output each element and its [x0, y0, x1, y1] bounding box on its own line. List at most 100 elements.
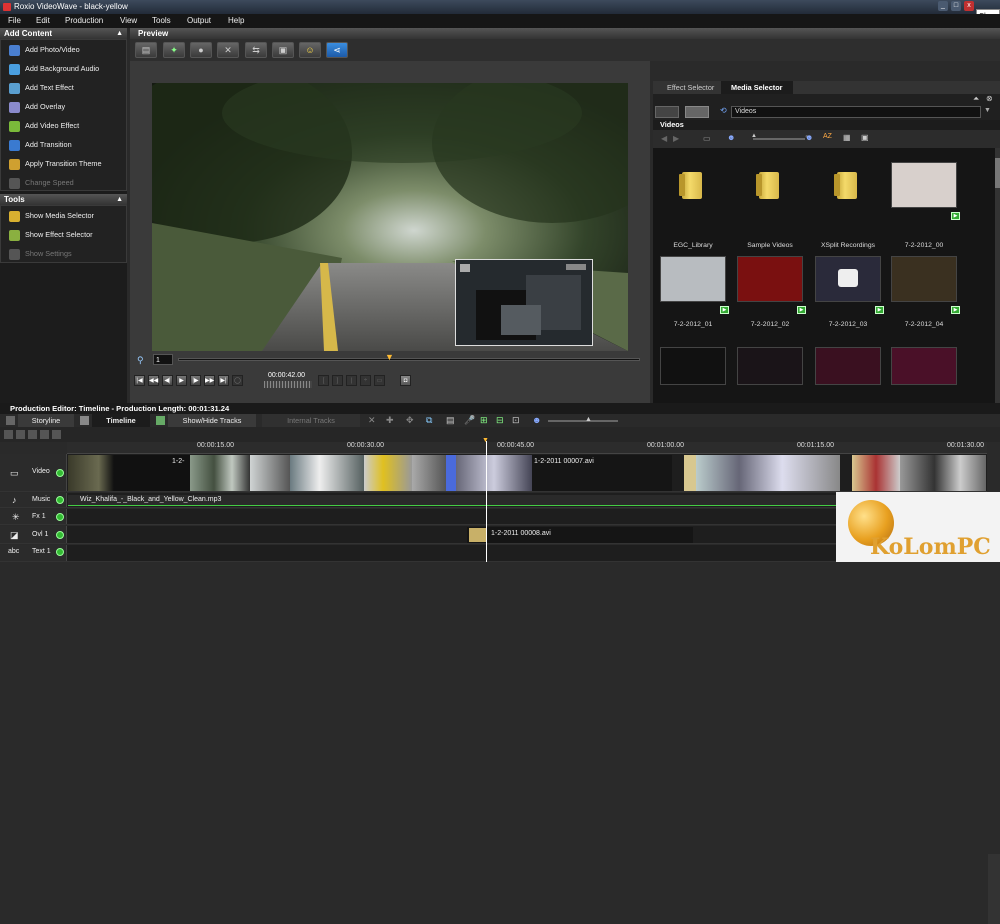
video-clip[interactable]	[412, 455, 446, 491]
timeline-scrollbar[interactable]	[988, 854, 1000, 924]
show-hide-tracks-button[interactable]: Show/Hide Tracks	[168, 414, 256, 427]
mic-icon[interactable]: 🎤	[464, 415, 475, 426]
list-view-icon[interactable]: ▦	[843, 133, 851, 142]
window-close-icon[interactable]: x	[964, 1, 974, 11]
timeline-zoom-slider[interactable]	[548, 420, 618, 422]
timeline-playhead[interactable]	[486, 441, 487, 562]
details-view-icon[interactable]: ▣	[861, 133, 869, 142]
zoom-icon[interactable]: ⚲	[137, 355, 144, 366]
go-end-icon[interactable]: ▶|	[218, 375, 229, 386]
video-clip[interactable]	[456, 455, 532, 491]
add-background-audio-button[interactable]: Add Background Audio	[9, 62, 99, 75]
video-thumbnail[interactable]	[660, 347, 726, 385]
back-icon[interactable]: ◀	[661, 134, 667, 143]
toolbar-save-icon[interactable]: ▣	[272, 42, 294, 58]
add-video-effect-button[interactable]: Add Video Effect	[9, 119, 79, 132]
video-clip[interactable]	[290, 455, 364, 491]
folder-select[interactable]: Videos	[731, 106, 981, 118]
tab-media-selector[interactable]: Media Selector	[721, 81, 793, 94]
toolbar-delete-icon[interactable]: ✕	[217, 42, 239, 58]
seek-marker-icon[interactable]: ▼	[385, 352, 394, 362]
go-start-icon[interactable]: |◀	[134, 375, 145, 386]
sort-az-icon[interactable]: AZ	[823, 133, 832, 140]
trim-icon[interactable]: |	[346, 375, 357, 386]
toolbar-smiley-icon[interactable]: ☺	[299, 42, 321, 58]
toolbar-record-icon[interactable]: ●	[190, 42, 212, 58]
track-enable-icon[interactable]	[56, 496, 64, 504]
transition-marker[interactable]	[446, 455, 456, 491]
menu-view[interactable]: View	[120, 14, 137, 28]
add-icon[interactable]: ✚	[386, 415, 394, 426]
chevron-down-icon[interactable]: ▼	[984, 107, 991, 114]
frame-number-field[interactable]: 1	[153, 354, 173, 365]
people-track-icon[interactable]: ☻	[532, 415, 541, 425]
video-clip[interactable]: 1-2-2011 00007.avi	[532, 455, 672, 491]
panel-close-icon[interactable]: ⊗	[986, 94, 993, 103]
toolbar-share-icon[interactable]: ⋖	[326, 42, 348, 58]
monitor-icon[interactable]: ▭	[703, 134, 711, 143]
video-clip[interactable]	[364, 455, 412, 491]
track-enable-icon[interactable]	[56, 469, 64, 477]
zoom-handle-icon[interactable]: ▲	[585, 416, 592, 423]
collapse-arrow-icon[interactable]: ▲	[116, 194, 123, 205]
split-icon[interactable]: ÷	[360, 375, 371, 386]
fit-icon[interactable]	[28, 430, 37, 439]
step-forward-icon[interactable]: |▶	[190, 375, 201, 386]
delete-icon[interactable]: ✕	[368, 415, 376, 426]
mark-in-icon[interactable]: [	[318, 375, 329, 386]
people-icon[interactable]: ☻	[727, 133, 735, 142]
ripple-icon[interactable]: ⧉	[426, 415, 432, 426]
show-effect-selector-button[interactable]: Show Effect Selector	[9, 228, 93, 241]
menu-output[interactable]: Output	[187, 14, 211, 28]
fx-icon[interactable]: ⊞	[480, 415, 488, 426]
video-clip[interactable]	[852, 455, 900, 491]
add-overlay-button[interactable]: Add Overlay	[9, 100, 65, 113]
track-enable-icon[interactable]	[56, 548, 64, 556]
add-content-header[interactable]: Add Content ▲	[0, 28, 127, 39]
change-speed-button[interactable]: Change Speed	[9, 176, 74, 189]
add-transition-button[interactable]: Add Transition	[9, 138, 72, 151]
forward-icon[interactable]: ▶	[673, 134, 679, 143]
tab-effect-selector[interactable]: Effect Selector	[657, 81, 724, 94]
jog-wheel[interactable]	[264, 381, 312, 388]
transition-marker[interactable]	[684, 455, 696, 491]
toolbar-split-icon[interactable]: ⇆	[245, 42, 267, 58]
track-enable-icon[interactable]	[56, 531, 64, 539]
mark-out-icon[interactable]: ]	[332, 375, 343, 386]
media-folder-view-icon[interactable]	[685, 106, 709, 118]
menu-edit[interactable]: Edit	[36, 14, 50, 28]
video-thumbnail[interactable]	[737, 347, 803, 385]
tab-storyline[interactable]: Storyline	[18, 414, 74, 427]
slider-handle-icon[interactable]: ▲	[751, 133, 757, 139]
loop-icon[interactable]: ◯	[232, 375, 243, 386]
video-clip[interactable]	[250, 455, 290, 491]
track-enable-icon[interactable]	[56, 513, 64, 521]
timeline-ruler[interactable]: 00:00:15.00 00:00:30.00 00:00:45.00 00:0…	[67, 442, 987, 454]
marker-icon[interactable]: ⊡	[512, 415, 520, 426]
thumb-size-slider[interactable]	[753, 138, 805, 140]
collapse-arrow-icon[interactable]: ▲	[116, 28, 123, 39]
tab-timeline[interactable]: Timeline	[92, 414, 150, 427]
menu-production[interactable]: Production	[65, 14, 103, 28]
copy-icon[interactable]: ▤	[446, 415, 455, 426]
add-photo-video-button[interactable]: Add Photo/Video	[9, 43, 80, 56]
prev-clip-icon[interactable]: ◀◀	[148, 375, 159, 386]
menu-help[interactable]: Help	[228, 14, 244, 28]
playhead-marker-icon[interactable]: ▼	[482, 437, 489, 444]
overlay-clip[interactable]: 1-2-2011 00008.avi	[467, 527, 693, 543]
users-icon[interactable]: ☻	[805, 133, 813, 142]
minimize-icon[interactable]: _	[938, 1, 948, 11]
media-grid-view-icon[interactable]	[655, 106, 679, 118]
seek-bar[interactable]	[178, 358, 640, 361]
next-clip-icon[interactable]: ▶▶	[204, 375, 215, 386]
video-clip[interactable]: 1-2-	[170, 455, 190, 491]
internal-tracks-button[interactable]: Internal Tracks	[262, 414, 360, 427]
step-back-icon[interactable]: ◀|	[162, 375, 173, 386]
video-clip[interactable]	[190, 455, 250, 491]
show-settings-button[interactable]: Show Settings	[9, 247, 72, 260]
toolbar-effect-icon[interactable]: ✦	[163, 42, 185, 58]
scrollbar-thumb[interactable]	[995, 158, 1000, 188]
tools-header[interactable]: Tools ▲	[0, 194, 127, 205]
zoom-out-icon[interactable]	[4, 430, 13, 439]
crop-icon[interactable]: ▭	[374, 375, 385, 386]
